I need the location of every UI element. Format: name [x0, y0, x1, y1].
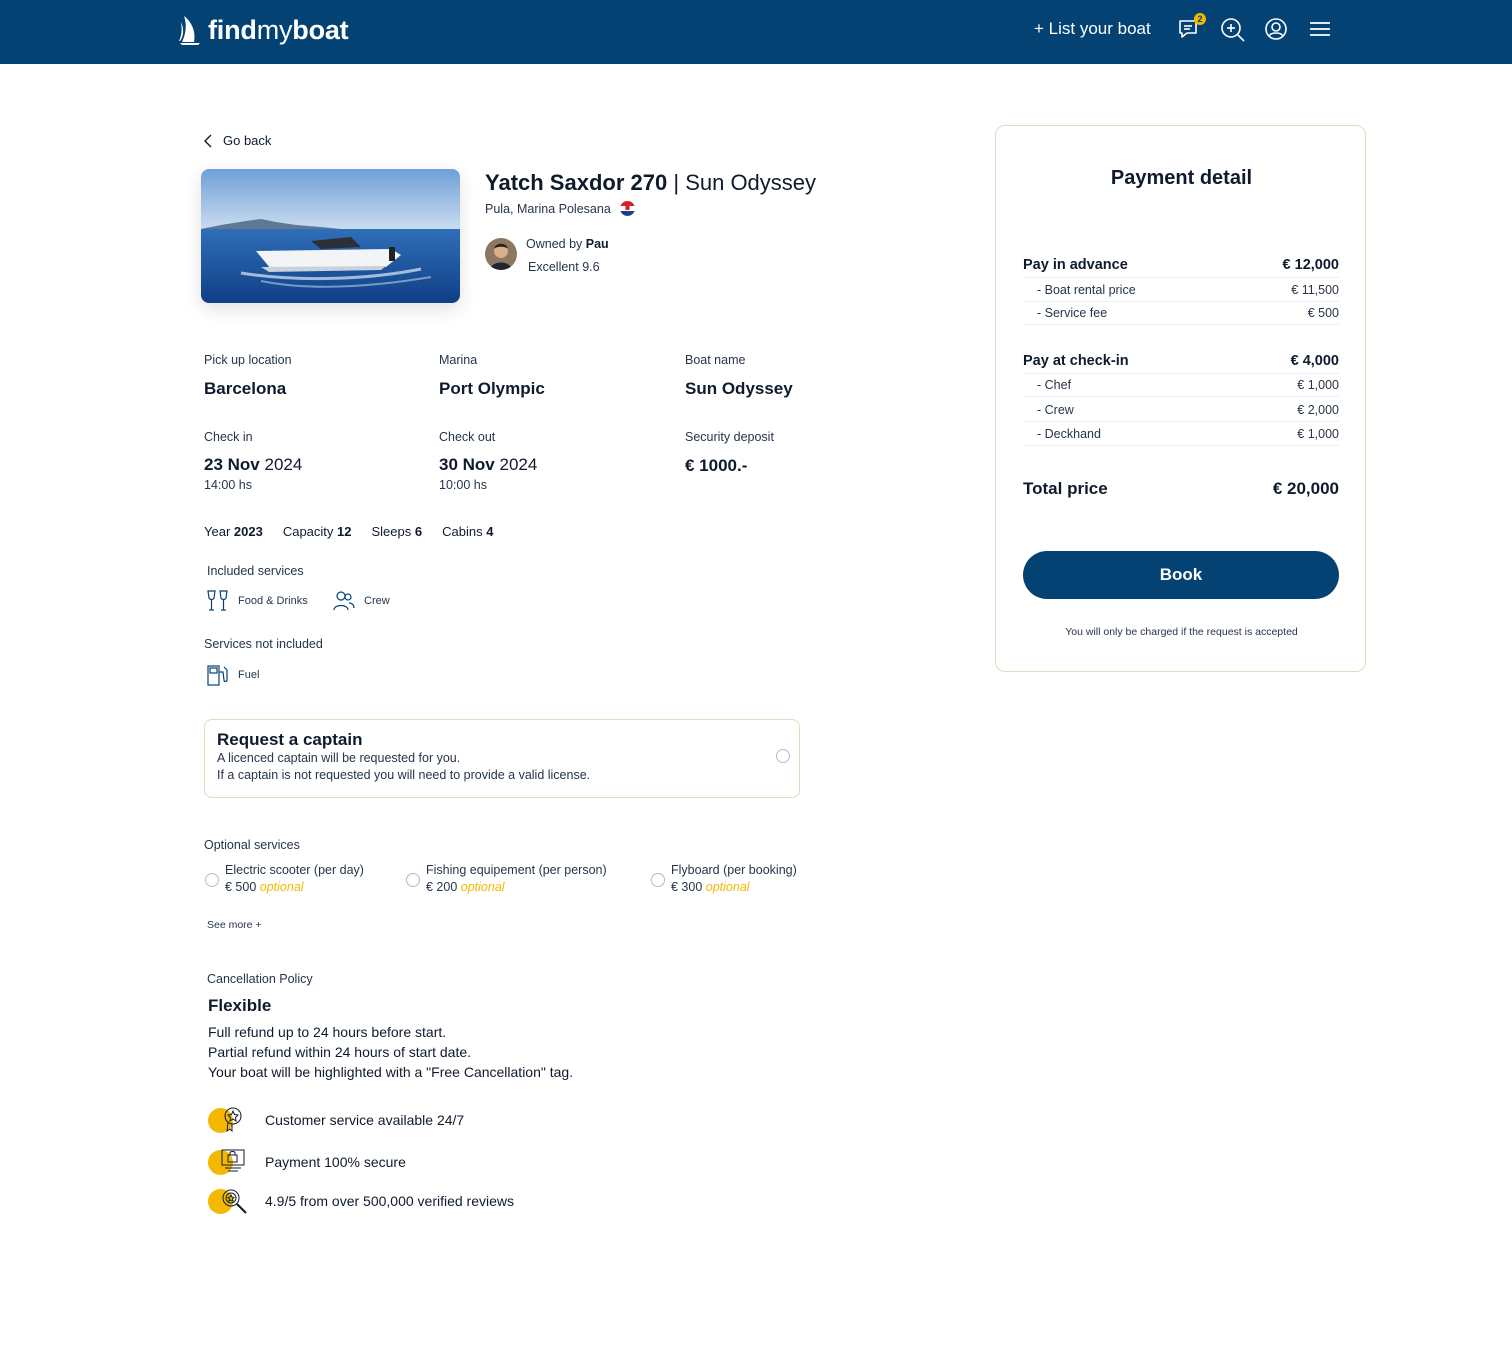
service-fee-row: - Service fee € 500: [1023, 306, 1339, 325]
fuel-icon: [207, 665, 228, 686]
checkout-label: Check out: [439, 430, 496, 444]
logo[interactable]: findmyboat: [178, 14, 349, 46]
optional-flyboard-radio[interactable]: [651, 873, 665, 887]
account-button[interactable]: [1264, 17, 1290, 43]
charge-note: You will only be charged if the request …: [1065, 626, 1298, 638]
spec-year: Year 2023: [204, 524, 263, 539]
boat-specs: Year 2023 Capacity 12 Sleeps 6 Cabins 4: [204, 524, 493, 539]
go-back-link[interactable]: Go back: [203, 133, 271, 148]
boat-name-value: Sun Odyssey: [685, 379, 793, 398]
boat-photo-image: [201, 169, 460, 303]
payment-detail-title: Payment detail: [1110, 167, 1253, 189]
request-captain-card[interactable]: Request a captain A licenced captain wil…: [204, 719, 800, 798]
request-captain-line2: If a captain is not requested you will n…: [217, 768, 591, 782]
menu-button[interactable]: [1308, 17, 1334, 43]
policy-line-1: Full refund up to 24 hours before start.: [208, 1024, 447, 1040]
optional-services-label: Optional services: [204, 838, 300, 852]
search-button[interactable]: [1220, 17, 1246, 43]
spec-capacity: Capacity 12: [282, 524, 352, 539]
trust-customer-service: Customer service available 24/7: [208, 1106, 464, 1134]
payment-detail-card: Payment detail Pay in advance € 12,000 - …: [995, 125, 1366, 672]
boat-location-text: Pula, Marina Polesana: [485, 201, 611, 216]
messages-badge: 2: [1194, 13, 1206, 25]
checkin-time: 14:00 hs: [204, 478, 252, 492]
cancellation-policy-label: Cancellation Policy: [207, 972, 313, 986]
owner-name-line: Owned by Pau: [526, 237, 609, 251]
pay-at-checkin-row: Pay at check-in € 4,000: [1023, 353, 1339, 374]
croatia-flag-icon: [619, 201, 635, 216]
deckhand-row: - Deckhand € 1,000: [1023, 427, 1339, 446]
award-icon: [224, 1107, 242, 1132]
go-back-label: Go back: [223, 133, 272, 148]
optional-scooter: Electric scooter (per day) € 500 optiona…: [225, 863, 364, 894]
boat-name-label: Boat name: [685, 353, 746, 367]
boat-title: Yatch Saxdor 270 | Sun Odyssey: [485, 170, 816, 196]
trust-secure-payment: Payment 100% secure: [208, 1148, 406, 1176]
boat-location: Pula, Marina Polesana: [485, 201, 635, 216]
trust-reviews: 4.9/5 from over 500,000 verified reviews: [208, 1187, 514, 1215]
not-included-label: Services not included: [204, 637, 323, 651]
chevron-left-icon: [204, 134, 212, 147]
top-navigation-bar: findmyboat + List your boat 2: [0, 0, 1512, 64]
pickup-value: Barcelona: [204, 379, 287, 398]
sail-logo-icon: [179, 16, 200, 45]
account-icon: [1265, 18, 1287, 40]
boat-photo[interactable]: [201, 169, 460, 303]
see-more-link[interactable]: See more +: [207, 919, 262, 931]
search-plus-icon: [1221, 18, 1245, 42]
included-service-crew: Crew: [332, 589, 390, 613]
chef-row: - Chef € 1,000: [1023, 378, 1339, 397]
boat-rental-price-row: - Boat rental price € 11,500: [1023, 283, 1339, 302]
checkin-label: Check in: [204, 430, 253, 444]
checkout-date: 30 Nov 2024: [439, 455, 538, 474]
policy-line-3: Your boat will be highlighted with a "Fr…: [208, 1064, 574, 1080]
marina-value: Port Olympic: [439, 379, 545, 398]
menu-icon: [1310, 22, 1330, 36]
owner-rating: Excellent 9.6: [528, 260, 600, 274]
boat-title-separator: |: [673, 170, 680, 195]
marina-label: Marina: [439, 353, 478, 367]
checkin-date: 23 Nov 2024: [204, 455, 303, 474]
included-service-food: Food & Drinks: [206, 589, 308, 613]
policy-line-2: Partial refund within 24 hours of start …: [208, 1044, 472, 1060]
deposit-value: € 1000.-: [685, 456, 748, 475]
owner-name: Pau: [585, 237, 609, 251]
logo-wordmark: findmyboat: [208, 14, 349, 45]
glasses-icon: [207, 590, 228, 611]
request-captain-title: Request a captain: [217, 730, 363, 749]
optional-fishing: Fishing equipement (per person) € 200 op…: [426, 863, 607, 894]
checkout-time: 10:00 hs: [439, 478, 487, 492]
pay-in-advance-row: Pay in advance € 12,000: [1023, 257, 1339, 278]
boat-title-model: Sun Odyssey: [685, 170, 817, 195]
total-price-row: Total price € 20,000: [1023, 479, 1339, 498]
magnifier-star-icon: [222, 1189, 247, 1214]
not-included-service-fuel: Fuel: [206, 664, 259, 686]
owner-avatar[interactable]: [485, 238, 517, 270]
optional-scooter-radio[interactable]: [205, 873, 219, 887]
optional-fishing-radio[interactable]: [406, 873, 420, 887]
owner-prefix: Owned by: [526, 237, 583, 251]
spec-cabins: Cabins 4: [442, 524, 494, 539]
list-your-boat-link[interactable]: + List your boat: [1034, 19, 1151, 39]
spec-sleeps: Sleeps 6: [371, 524, 423, 539]
cancellation-policy-name: Flexible: [208, 996, 272, 1015]
secure-payment-icon: [221, 1149, 245, 1172]
optional-flyboard: Flyboard (per booking) € 300 optional: [671, 863, 797, 894]
crew-icon: [333, 591, 355, 611]
book-button[interactable]: Book: [1023, 551, 1339, 599]
request-captain-line1: A licenced captain will be requested for…: [217, 751, 461, 765]
boat-title-name: Yatch Saxdor 270: [485, 170, 668, 195]
request-captain-radio[interactable]: [776, 749, 790, 763]
pickup-label: Pick up location: [204, 353, 292, 367]
included-services-label: Included services: [207, 564, 304, 578]
messages-button[interactable]: 2: [1176, 13, 1206, 43]
crew-row: - Crew € 2,000: [1023, 403, 1339, 422]
deposit-label: Security deposit: [685, 430, 774, 444]
